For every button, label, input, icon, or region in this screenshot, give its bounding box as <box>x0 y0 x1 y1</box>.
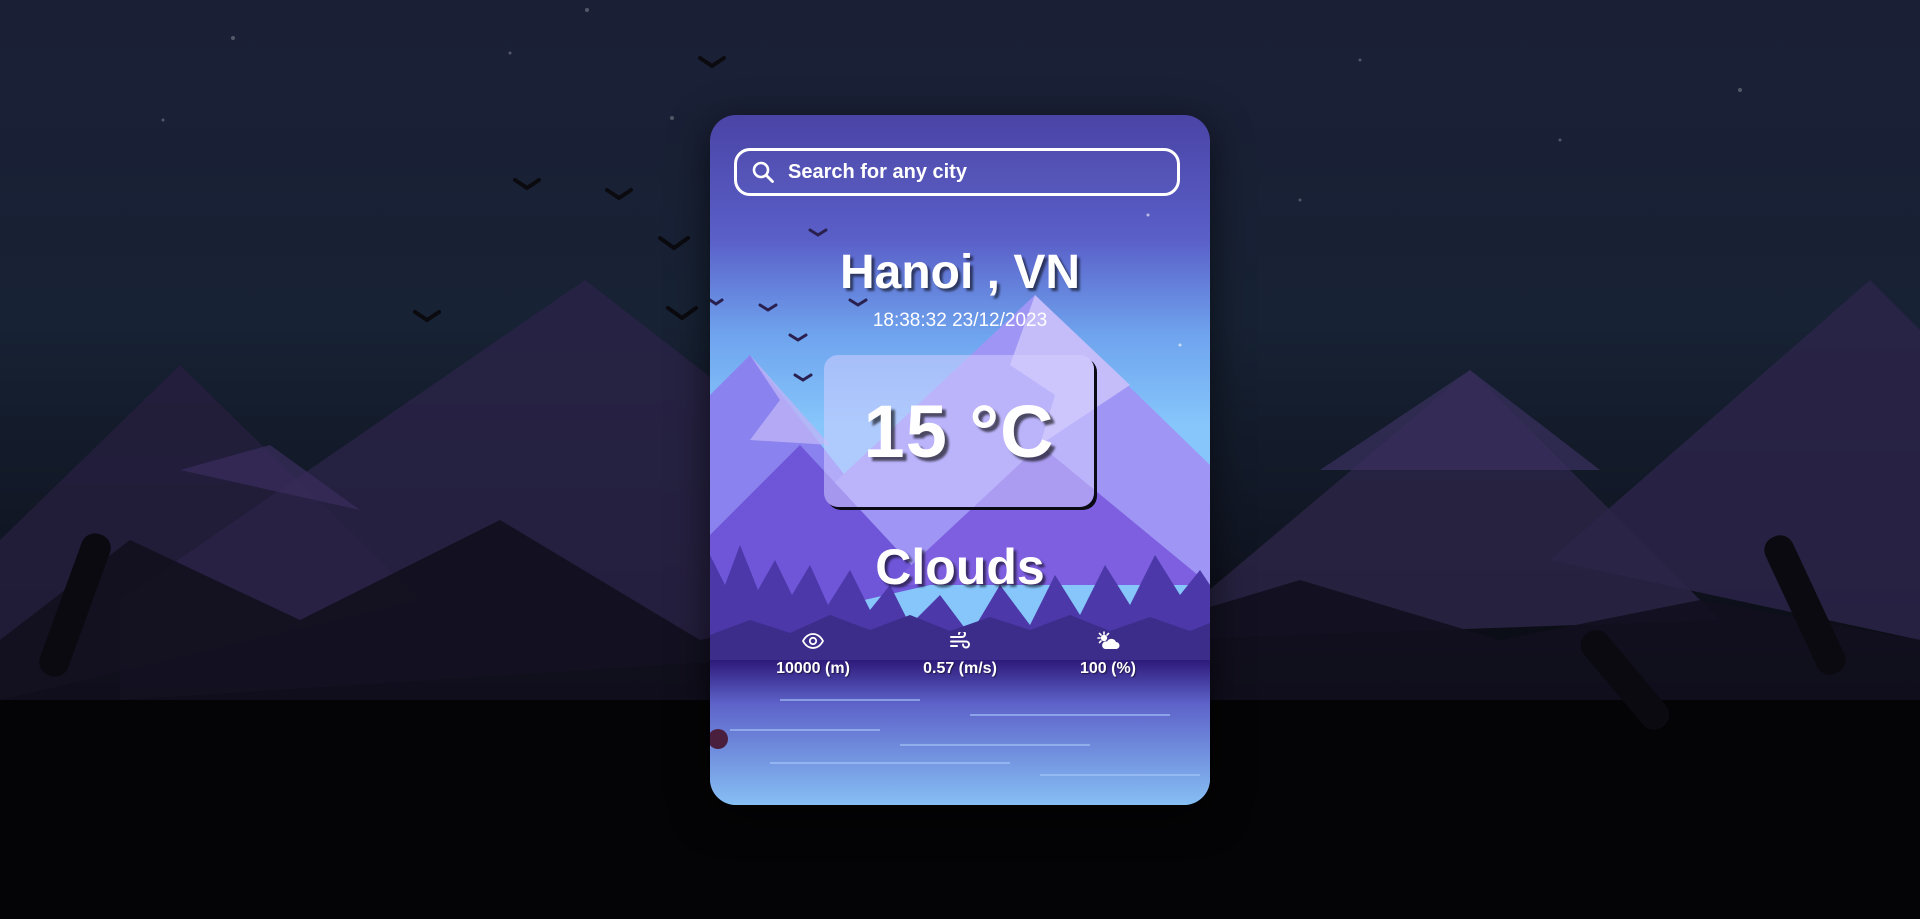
eye-icon <box>733 630 893 652</box>
cloudiness-value: 100 (%) <box>1079 660 1137 677</box>
weather-card: Hanoi , VN 18:38:32 23/12/2023 15 °C Clo… <box>710 115 1210 805</box>
temperature-panel: 15 °C <box>824 355 1094 507</box>
stat-visibility: 10000 (m) <box>733 630 893 678</box>
wind-value: 0.57 (m/s) <box>923 660 997 677</box>
visibility-value: 10000 (m) <box>776 660 850 677</box>
weather-condition: Clouds <box>875 539 1045 595</box>
stat-wind: 0.57 (m/s) <box>880 630 1040 678</box>
sun-cloud-icon <box>1028 630 1188 652</box>
city-name: Hanoi , VN <box>839 246 1081 299</box>
temperature-value: 15 °C <box>863 389 1055 473</box>
date-time: 18:38:32 23/12/2023 <box>872 310 1048 331</box>
search-input[interactable] <box>786 153 1170 191</box>
search-box[interactable] <box>734 148 1180 196</box>
stat-clouds: 100 (%) <box>1028 630 1188 678</box>
search-icon[interactable] <box>750 159 776 185</box>
wind-icon <box>880 630 1040 652</box>
